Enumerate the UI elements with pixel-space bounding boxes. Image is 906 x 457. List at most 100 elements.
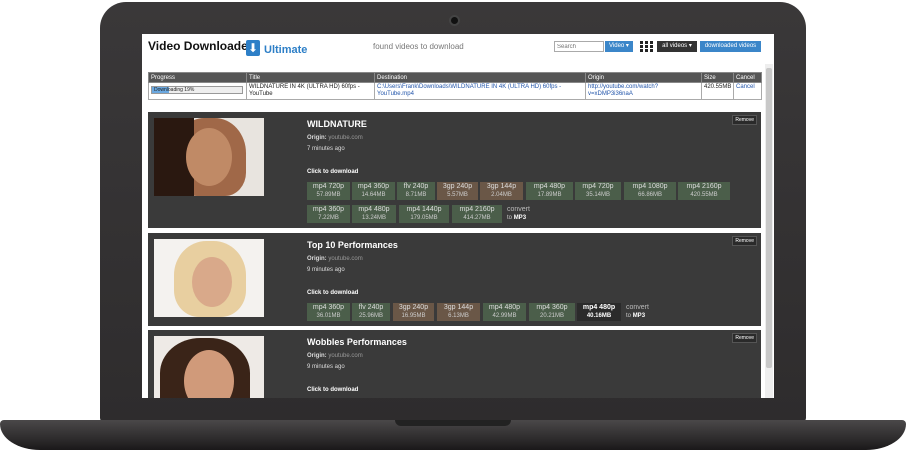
remove-button[interactable]: Remove [732,115,757,125]
format-size: 6.13MB [448,313,469,319]
format-label: mp4 1440p [406,206,442,213]
app-screen: Video Downloader ⬇ Ultimate found videos… [142,34,774,398]
cancel-link[interactable]: Cancel [733,82,762,100]
video-title: Top 10 Performances [307,240,398,250]
remove-button[interactable]: Remove [732,333,757,343]
column-header-title: Title [246,72,375,83]
format-button[interactable]: 3gp 144p 6.13MB [437,303,480,321]
grid-view-icon[interactable] [640,41,653,52]
format-size: 420.55MB [690,192,718,198]
video-origin: Origin: youtube.com [307,353,363,359]
format-label: 3gp 144p [443,304,474,311]
format-label: mp4 480p [358,206,390,213]
format-button[interactable]: mp4 720p 57.89MB [307,182,350,200]
format-button[interactable]: 3gp 144p 2.04MB [480,182,523,200]
format-label: mp4 720p [582,183,614,190]
convert-mp3-button[interactable]: convert to MP3 [507,205,547,223]
scrollbar-thumb[interactable] [766,68,772,368]
format-button[interactable]: mp4 480p 40.16MB [577,303,621,321]
format-button[interactable]: flv 240p 25.96MB [352,303,390,321]
video-cards: WILDNATURE Origin: youtube.com 7 minutes… [148,112,761,398]
all-videos-select[interactable]: all videos ▾ [657,41,697,52]
click-to-download[interactable]: Click to download [307,290,358,296]
format-size: 2.04MB [491,192,512,198]
format-label: 3gp 240p [442,183,473,190]
origin-label: Origin: [307,256,327,262]
format-label: mp4 2160p [459,206,495,213]
format-button[interactable]: mp4 360p 20.21MB [529,303,575,321]
download-arrow-icon: ⬇ [246,40,260,56]
format-button[interactable]: mp4 1080p 66.86MB [624,182,676,200]
video-type-select[interactable]: Video ▾ [605,41,633,52]
destination-cell[interactable]: C:\Users\Frank\Downloads\WILDNATURE IN 4… [374,82,586,100]
laptop-notch [395,420,511,426]
search-input[interactable] [554,41,604,52]
video-title: WILDNATURE [307,119,367,129]
format-label: mp4 360p [312,206,345,213]
video-origin: Origin: youtube.com [307,135,363,141]
origin-label: Origin: [307,135,327,141]
origin-value: youtube.com [328,135,363,141]
format-size: 179.05MB [410,215,438,221]
convert-to-text: to [507,215,513,221]
format-button[interactable]: mp4 360p 36.01MB [307,303,350,321]
format-label: mp4 480p [488,304,521,311]
format-button[interactable]: mp4 480p 17.89MB [526,182,573,200]
format-label: mp4 360p [357,183,390,190]
format-size: 40.16MB [586,313,612,319]
click-to-download[interactable]: Click to download [307,169,358,175]
format-label: mp4 480p [582,304,616,311]
format-button[interactable]: mp4 360p 14.64MB [352,182,395,200]
video-time: 9 minutes ago [307,267,345,273]
format-button[interactable]: mp4 480p 42.99MB [483,303,526,321]
convert-target: to MP3 [507,214,547,222]
video-card: WILDNATURE Origin: youtube.com 7 minutes… [148,112,761,228]
format-size: 7.22MB [318,215,339,221]
video-thumbnail[interactable] [154,336,264,398]
format-button[interactable]: mp4 720p 35.14MB [575,182,621,200]
progress-cell: Downloading 19% [148,82,247,100]
click-to-download[interactable]: Click to download [307,387,358,393]
format-size: 17.89MB [537,192,562,198]
column-header-progress: Progress [148,72,247,83]
format-size: 5.57MB [447,192,468,198]
progress-bar: Downloading 19% [151,86,243,94]
format-button[interactable]: mp4 360p 7.22MB [307,205,350,223]
video-time: 7 minutes ago [307,146,345,152]
convert-label: convert [507,206,530,213]
format-button[interactable]: mp4 2160p 414.27MB [452,205,502,223]
format-label: mp4 480p [533,183,566,190]
format-button[interactable]: mp4 2160p 420.55MB [678,182,730,200]
origin-link[interactable]: http://youtube.com/watch?v=xDMP3i36naA [585,82,702,100]
origin-label: Origin: [307,353,327,359]
video-thumbnail[interactable] [154,118,264,196]
column-header-destination: Destination [374,72,586,83]
format-label: mp4 720p [312,183,345,190]
scrollbar[interactable] [765,64,773,398]
table-row: Downloading 19% WILDNATURE IN 4K (ULTRA … [148,82,762,100]
format-button[interactable]: mp4 1440p 179.05MB [399,205,449,223]
mp3-label: MP3 [632,313,646,319]
video-title: Wobbles Performances [307,337,407,347]
column-header-size: Size [701,72,734,83]
progress-text: Downloading 19% [154,87,195,93]
format-button[interactable]: 3gp 240p 16.95MB [393,303,434,321]
column-header-cancel: Cancel [733,72,762,83]
origin-value: youtube.com [328,256,363,262]
convert-target: to MP3 [626,312,666,320]
mp3-label: MP3 [513,215,527,221]
format-button[interactable]: 3gp 240p 5.57MB [437,182,478,200]
downloaded-videos-button[interactable]: downloaded videos [700,41,761,52]
format-label: mp4 360p [312,304,345,311]
downloads-table: Progress Title Destination Origin Size C… [148,72,762,100]
format-label: mp4 1080p [632,183,668,190]
format-size: 16.95MB [401,313,426,319]
format-size: 414.27MB [463,215,491,221]
format-button[interactable]: flv 240p 8.71MB [397,182,435,200]
found-videos-text: found videos to download [373,42,464,51]
video-thumbnail[interactable] [154,239,264,317]
format-size: 66.86MB [637,192,662,198]
remove-button[interactable]: Remove [732,236,757,246]
convert-mp3-button[interactable]: convert to MP3 [626,303,666,321]
format-button[interactable]: mp4 480p 13.24MB [352,205,396,223]
